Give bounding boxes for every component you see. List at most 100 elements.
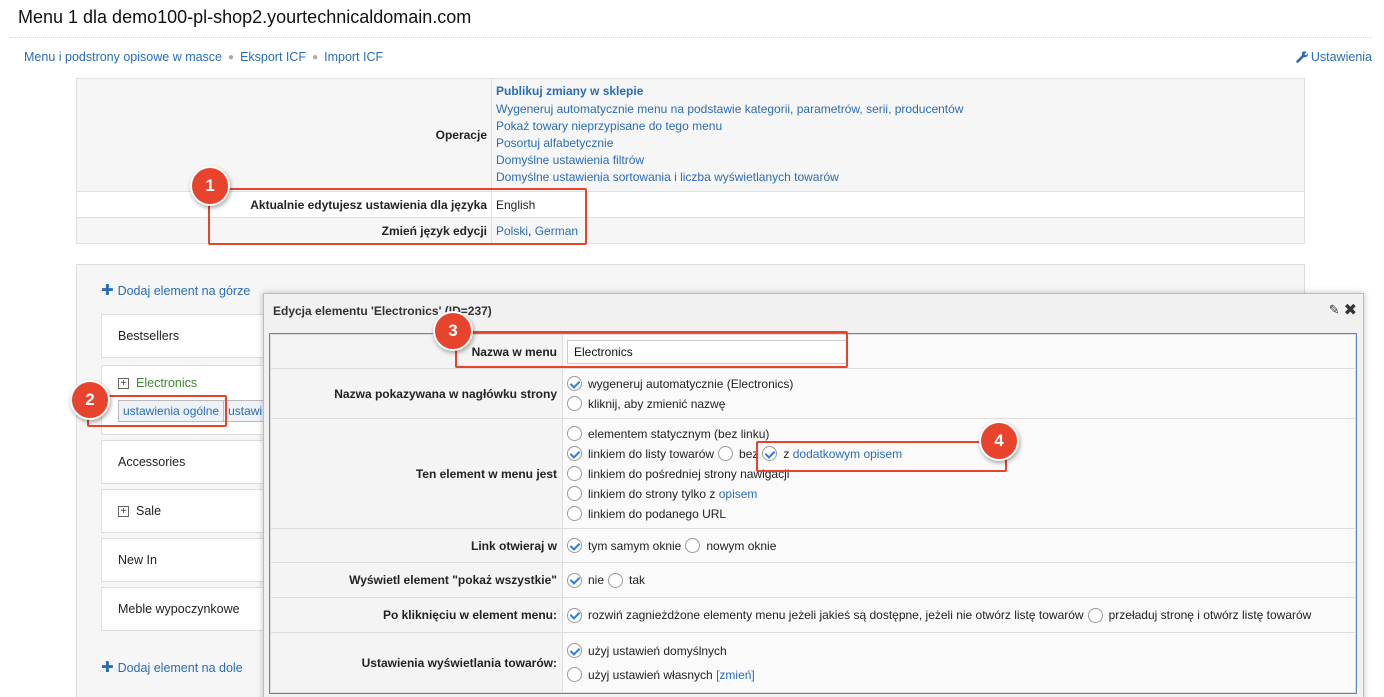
option-label: rozwiń zagnieżdżone elementy menu jeżeli…: [588, 608, 1084, 622]
tree-item-label: Electronics: [136, 376, 198, 390]
add-element-bottom-label: Dodaj element na dole: [117, 661, 243, 675]
radio-icon[interactable]: [567, 506, 582, 521]
option-label: tak: [629, 573, 646, 587]
auto-generate-menu-link[interactable]: Wygeneruj automatycznie menu na podstawi…: [496, 101, 1300, 118]
settings-link[interactable]: Ustawienia: [1296, 50, 1372, 64]
header-name-options: wygeneruj automatycznie (Electronics) kl…: [562, 368, 1356, 419]
radio-checked-icon[interactable]: [567, 643, 582, 658]
expand-icon[interactable]: +: [118, 505, 129, 517]
radio-icon[interactable]: [567, 667, 582, 682]
radio-icon[interactable]: [718, 446, 734, 461]
tree-item-label: Meble wypoczynkowe: [118, 602, 240, 616]
radio-icon[interactable]: [567, 466, 582, 481]
add-element-bottom-button[interactable]: ✚ Dodaj element na dole: [101, 659, 243, 676]
settings-label: Ustawienia: [1310, 50, 1372, 64]
tree-item-accessories[interactable]: Accessories: [101, 440, 271, 484]
option-label: użyj ustawień domyślnych: [588, 643, 727, 658]
unassigned-products-link[interactable]: Pokaż towary nieprzypisane do tego menu: [496, 118, 1300, 135]
nav-import-icf-link[interactable]: Import ICF: [324, 50, 383, 64]
radio-icon[interactable]: [567, 396, 582, 411]
nav-bulk-menu-link[interactable]: Menu i podstrony opisowe w masce: [24, 50, 222, 64]
radio-checked-icon[interactable]: [567, 572, 582, 588]
type-description-page-option[interactable]: linkiem do strony tylko z opisem: [567, 484, 1351, 504]
on-click-options: rozwiń zagnieżdżone elementy menu jeżeli…: [562, 597, 1356, 633]
page-title: Menu 1 dla demo100-pl-shop2.yourtechnica…: [18, 7, 472, 27]
radio-checked-icon[interactable]: [567, 607, 582, 623]
annotation-badge-4: 4: [979, 421, 1019, 461]
radio-icon[interactable]: [1087, 607, 1103, 623]
option-label: wygeneruj automatycznie (Electronics): [588, 376, 794, 391]
current-language-value: English: [491, 191, 1305, 218]
radio-icon[interactable]: [567, 426, 582, 441]
header-name-auto-option[interactable]: wygeneruj automatycznie (Electronics): [567, 374, 1351, 394]
tree-item-bestsellers[interactable]: Bestsellers: [101, 314, 271, 358]
nav-separator: ●: [228, 51, 235, 63]
nav-separator: ●: [312, 51, 319, 63]
element-settings-table: Nazwa w menu Nazwa pokazywana w nagłówku…: [270, 334, 1356, 693]
change-display-link[interactable]: [zmień]: [716, 663, 755, 687]
sort-alphabetically-link[interactable]: Posortuj alfabetycznie: [496, 135, 1300, 152]
annotation-box-4: [756, 441, 1007, 472]
change-language-options: Polski, German: [491, 217, 1305, 244]
on-click-label: Po kliknięciu w element menu:: [270, 597, 563, 633]
wrench-icon: [1296, 51, 1308, 63]
option-label: linkiem do strony tylko z: [588, 486, 716, 501]
annotation-box-1: [208, 188, 587, 245]
tree-item-label: New In: [118, 553, 157, 567]
open-in-options: tym samym oknie nowym oknie: [562, 528, 1356, 563]
tree-item-label: Sale: [136, 504, 162, 518]
element-type-label: Ten element w menu jest: [270, 418, 563, 529]
radio-checked-icon[interactable]: [567, 446, 582, 461]
close-icon[interactable]: ✖: [1344, 300, 1357, 320]
option-label: tym samym oknie: [588, 538, 682, 553]
electronics-label[interactable]: + Electronics: [118, 376, 197, 390]
dialog-controls: ✎ ✖: [1329, 300, 1357, 320]
top-navigation: Menu i podstrony opisowe w masce ● Ekspo…: [24, 50, 383, 64]
radio-icon[interactable]: [567, 486, 582, 501]
add-element-top-button[interactable]: ✚ Dodaj element na górze: [101, 282, 251, 299]
annotation-box-3: [455, 331, 848, 368]
tree-item-meble[interactable]: Meble wypoczynkowe: [101, 587, 271, 631]
radio-checked-icon[interactable]: [567, 538, 582, 553]
tree-item-label: Accessories: [118, 455, 186, 469]
header-name-label: Nazwa pokazywana w nagłówku strony: [270, 368, 563, 419]
default-sort-settings-link[interactable]: Domyślne ustawienia sortowania i liczba …: [496, 169, 1300, 186]
option-label: nowym oknie: [706, 538, 777, 553]
type-url-option[interactable]: linkiem do podanego URL: [567, 504, 1351, 524]
open-in-label: Link otwieraj w: [270, 528, 563, 563]
option-label: przeładuj stronę i otwórz listę towarów: [1108, 608, 1312, 622]
annotation-badge-1: 1: [190, 166, 230, 206]
dialog-body: Nazwa w menu Nazwa pokazywana w nagłówku…: [269, 333, 1357, 694]
radio-icon[interactable]: [608, 572, 624, 588]
option-label: linkiem do podanego URL: [588, 506, 727, 521]
display-settings-label: Ustawienia wyświetlania towarów:: [270, 632, 563, 693]
radio-checked-icon[interactable]: [567, 376, 582, 391]
option-label: nie: [588, 573, 605, 587]
option-label: elementem statycznym (bez linku): [588, 426, 770, 441]
tree-item-sale[interactable]: + Sale: [101, 489, 271, 533]
annotation-badge-2: 2: [70, 380, 110, 420]
plus-icon: ✚: [101, 659, 114, 676]
radio-icon[interactable]: [685, 538, 701, 553]
tree-item-new-in[interactable]: New In: [101, 538, 271, 582]
expand-icon[interactable]: +: [118, 377, 129, 389]
title-divider: [10, 37, 1372, 38]
option-label: linkiem do listy towarów: [588, 446, 715, 461]
plus-icon: ✚: [101, 282, 114, 299]
description-link[interactable]: opisem: [719, 484, 758, 504]
operations-links: Publikuj zmiany w sklepie Wygeneruj auto…: [491, 78, 1305, 192]
publish-changes-link[interactable]: Publikuj zmiany w sklepie: [496, 83, 1300, 100]
display-settings-options: użyj ustawień domyślnych użyj ustawień w…: [562, 632, 1356, 693]
nav-export-icf-link[interactable]: Eksport ICF: [240, 50, 306, 64]
header-name-custom-option[interactable]: kliknij, aby zmienić nazwę: [567, 394, 1351, 414]
show-all-label: Wyświetl element "pokaż wszystkie": [270, 562, 563, 598]
add-element-top-label: Dodaj element na górze: [117, 284, 251, 298]
element-type-options: elementem statycznym (bez linku) linkiem…: [562, 418, 1356, 529]
operations-label: Operacje: [76, 78, 492, 192]
tree-item-label: Bestsellers: [118, 329, 180, 343]
pin-icon[interactable]: ✎: [1329, 302, 1340, 318]
option-label: użyj ustawień własnych: [588, 667, 713, 682]
tab-settings-partial[interactable]: ustawi: [224, 400, 268, 422]
default-filter-settings-link[interactable]: Domyślne ustawienia filtrów: [496, 152, 1300, 169]
option-label: kliknij, aby zmienić nazwę: [588, 396, 726, 411]
